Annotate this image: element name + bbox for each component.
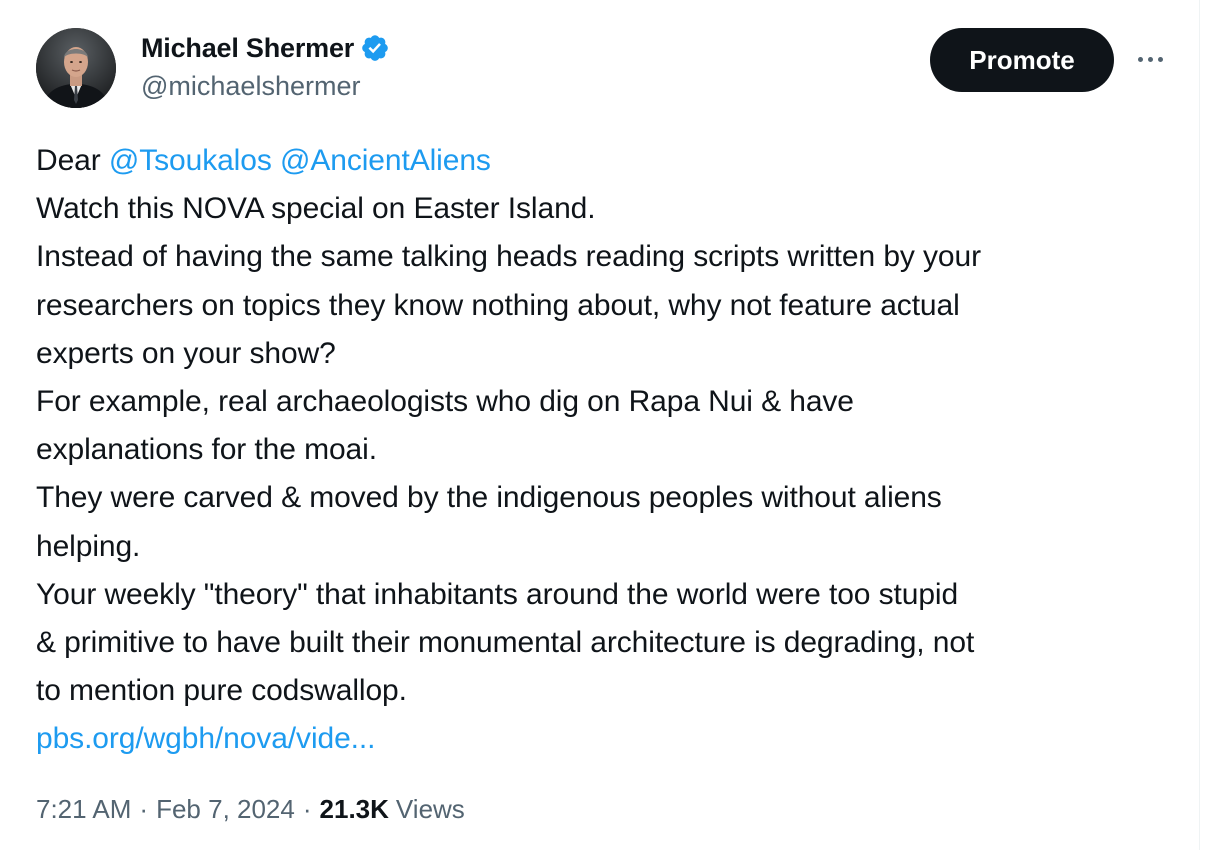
mention-tsoukalos[interactable]: @Tsoukalos bbox=[109, 144, 272, 177]
avatar-photo bbox=[36, 28, 116, 108]
tweet-line-greeting: Dear @Tsoukalos @AncientAliens bbox=[36, 137, 1186, 185]
verified-badge-icon[interactable] bbox=[360, 33, 390, 63]
author-display-name[interactable]: Michael Shermer bbox=[141, 33, 354, 64]
meta-separator: · bbox=[139, 794, 149, 824]
tweet-line: They were carved & moved by the indigeno… bbox=[36, 481, 942, 515]
author-name-row: Michael Shermer bbox=[141, 30, 390, 66]
tweet-link-line: pbs.org/wgbh/nova/vide... bbox=[36, 715, 1186, 763]
tweet-line: experts on your show? bbox=[36, 336, 336, 370]
tweet-link[interactable]: pbs.org/wgbh/nova/vide... bbox=[36, 722, 375, 755]
mention-ancientaliens[interactable]: @AncientAliens bbox=[280, 144, 491, 177]
tweet-line: Watch this NOVA special on Easter Island… bbox=[36, 192, 596, 226]
more-dot bbox=[1157, 56, 1163, 62]
more-options-icon[interactable] bbox=[1130, 44, 1170, 74]
author-avatar[interactable] bbox=[36, 28, 116, 108]
promote-button[interactable]: Promote bbox=[930, 28, 1114, 92]
tweet-line: explanations for the moai. bbox=[36, 433, 377, 467]
tweet-text: Dear @Tsoukalos @AncientAliens Watch thi… bbox=[36, 137, 1186, 763]
more-dot bbox=[1147, 56, 1153, 62]
tweet-line: Instead of having the same talking heads… bbox=[36, 240, 981, 274]
tweet-line: For example, real archaeologists who dig… bbox=[36, 384, 854, 418]
author-handle[interactable]: @michaelshermer bbox=[141, 71, 360, 102]
tweet-time[interactable]: 7:21 AM bbox=[36, 794, 131, 825]
tweet-line: helping. bbox=[36, 529, 141, 563]
tweet-card: Michael Shermer @michaelshermer Promote … bbox=[0, 0, 1200, 850]
tweet-page: Michael Shermer @michaelshermer Promote … bbox=[0, 0, 1206, 850]
tweet-line: researchers on topics they know nothing … bbox=[36, 288, 960, 322]
views-label: Views bbox=[395, 794, 465, 824]
views-count: 21.3K bbox=[319, 794, 389, 824]
meta-separator: · bbox=[302, 794, 312, 824]
greeting-text: Dear bbox=[36, 144, 101, 177]
tweet-meta: 7:21 AM · Feb 7, 2024 · 21.3K Views bbox=[36, 794, 465, 825]
tweet-line: to mention pure codswallop. bbox=[36, 674, 407, 708]
tweet-line: Your weekly "theory" that inhabitants ar… bbox=[36, 577, 959, 611]
tweet-date[interactable]: Feb 7, 2024 bbox=[156, 794, 295, 825]
tweet-line: & primitive to have built their monument… bbox=[36, 625, 975, 659]
more-dot bbox=[1137, 56, 1143, 62]
